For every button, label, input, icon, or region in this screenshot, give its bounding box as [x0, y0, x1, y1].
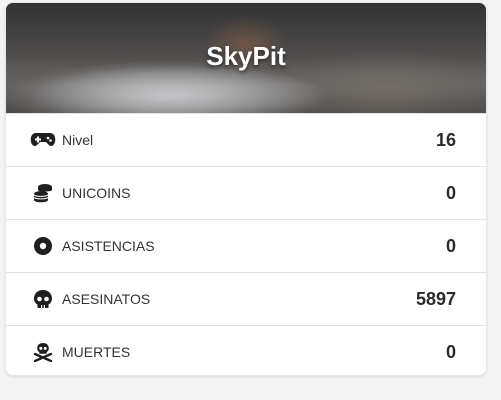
stat-row-asesinatos: ASESINATOS 5897: [6, 272, 486, 325]
coins-icon: [30, 182, 56, 204]
stat-value: 5897: [415, 288, 456, 309]
skull-icon: [30, 288, 56, 310]
stats-card: SkyPit Nivel 16 UNICOINS 0 ASISTENCIAS 0…: [5, 2, 487, 376]
stat-label: Nivel: [62, 132, 94, 148]
stat-label: UNICOINS: [62, 185, 131, 201]
stat-label: ASISTENCIAS: [62, 238, 155, 254]
stat-value: 0: [445, 182, 456, 203]
gamepad-icon: [30, 129, 56, 151]
skull-crossbones-icon: [30, 341, 56, 363]
stat-row-muertes: MUERTES 0: [6, 325, 486, 375]
game-title: SkyPit: [206, 41, 286, 71]
stat-value: 16: [435, 129, 456, 150]
stat-label: ASESINATOS: [62, 291, 151, 307]
target-icon: [30, 235, 56, 257]
stat-value: 0: [445, 341, 456, 362]
stat-label: MUERTES: [62, 344, 131, 360]
stat-value: 0: [445, 235, 456, 256]
stat-row-nivel: Nivel 16: [6, 113, 486, 166]
stat-row-asistencias: ASISTENCIAS 0: [6, 219, 486, 272]
game-banner: SkyPit: [6, 3, 486, 113]
stat-row-unicoins: UNICOINS 0: [6, 166, 486, 219]
